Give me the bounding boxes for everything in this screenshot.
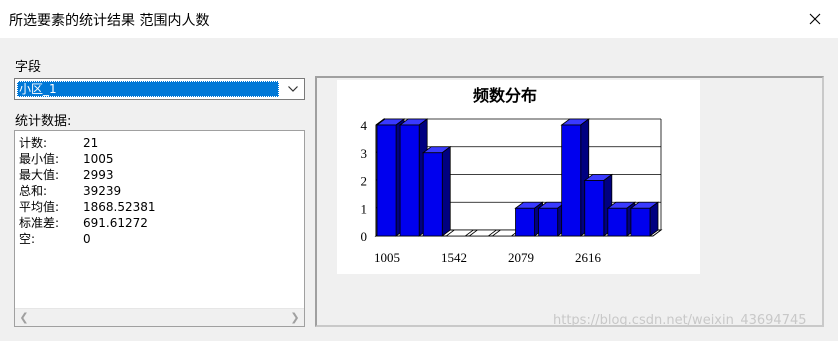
y-tick-label: 0 (361, 229, 368, 244)
horizontal-scrollbar[interactable]: ❮ ❯ (15, 308, 304, 326)
close-icon (809, 13, 821, 25)
scroll-left-button[interactable]: ❮ (15, 309, 33, 326)
stat-key: 计数: (19, 136, 48, 150)
window-title: 所选要素的统计结果 范围内人数 (9, 13, 210, 29)
y-tick-label: 3 (361, 146, 368, 161)
bar (607, 207, 628, 237)
field-dropdown-value: 小区_1 (17, 81, 279, 97)
stats-list-box[interactable]: 计数: 21 最小值: 1005 最大值: 2993 总和: 39239 平均值: 186… (14, 130, 305, 327)
chart-title: 频数分布 (473, 86, 537, 105)
stat-value: 2993 (83, 168, 114, 182)
stat-row: 最小值: 1005 (19, 151, 156, 167)
bar (630, 207, 651, 237)
title-bar: 所选要素的统计结果 范围内人数 (0, 0, 838, 38)
stat-value: 0 (83, 232, 91, 246)
stat-key: 总和: (19, 184, 48, 198)
chevron-right-icon: ❯ (290, 311, 300, 324)
bar-side (649, 201, 659, 237)
x-tick-label: 2616 (575, 250, 602, 265)
bar (515, 207, 535, 237)
stats-list: 计数: 21 最小值: 1005 最大值: 2993 总和: 39239 平均值: 186… (19, 135, 156, 247)
stat-row: 标准差: 691.61272 (19, 215, 156, 231)
field-label: 字段 (15, 60, 42, 75)
stat-value: 21 (83, 136, 99, 150)
x-tick-label: 1542 (441, 250, 467, 265)
stat-value: 39239 (83, 184, 122, 198)
stat-key: 最大值: (19, 168, 60, 182)
y-tick-label: 4 (361, 118, 368, 133)
bar (376, 124, 397, 237)
close-button[interactable] (792, 0, 838, 38)
watermark: https://blog.csdn.net/weixin_43694745 (553, 313, 807, 328)
stat-value: 1868.52381 (83, 200, 156, 214)
bar (584, 180, 605, 237)
field-dropdown[interactable]: 小区_1 (14, 78, 305, 100)
stat-row: 平均值: 1868.52381 (19, 199, 156, 215)
chart-area: 频数分布 0 1 2 3 4 1005 1542 2079 2616 (337, 80, 700, 274)
histogram-chart: 频数分布 0 1 2 3 4 1005 1542 2079 2616 (361, 86, 663, 265)
stat-key: 空: (19, 232, 36, 246)
stat-row: 总和: 39239 (19, 183, 156, 199)
scroll-right-button[interactable]: ❯ (286, 309, 304, 326)
chevron-left-icon: ❮ (19, 311, 29, 324)
x-tick-label: 2079 (508, 250, 534, 265)
chevron-down-icon (288, 86, 298, 92)
stat-row: 空: 0 (19, 231, 156, 247)
dropdown-button[interactable] (282, 79, 304, 99)
stat-key: 最小值: (19, 152, 60, 166)
bar (399, 124, 420, 237)
bar (422, 152, 443, 237)
stat-value: 1005 (83, 152, 114, 166)
x-tick-label: 1005 (374, 250, 400, 265)
bar (538, 207, 559, 237)
stats-label: 统计数据: (15, 114, 72, 129)
y-tick-label: 1 (361, 201, 368, 216)
bar-side (441, 145, 451, 237)
stat-key: 平均值: (19, 200, 60, 214)
y-tick-label: 2 (361, 174, 368, 189)
bar (561, 124, 582, 237)
stat-row: 最大值: 2993 (19, 167, 156, 183)
stat-value: 691.61272 (83, 216, 148, 230)
stat-row: 计数: 21 (19, 135, 156, 151)
stat-key: 标准差: (19, 216, 60, 230)
